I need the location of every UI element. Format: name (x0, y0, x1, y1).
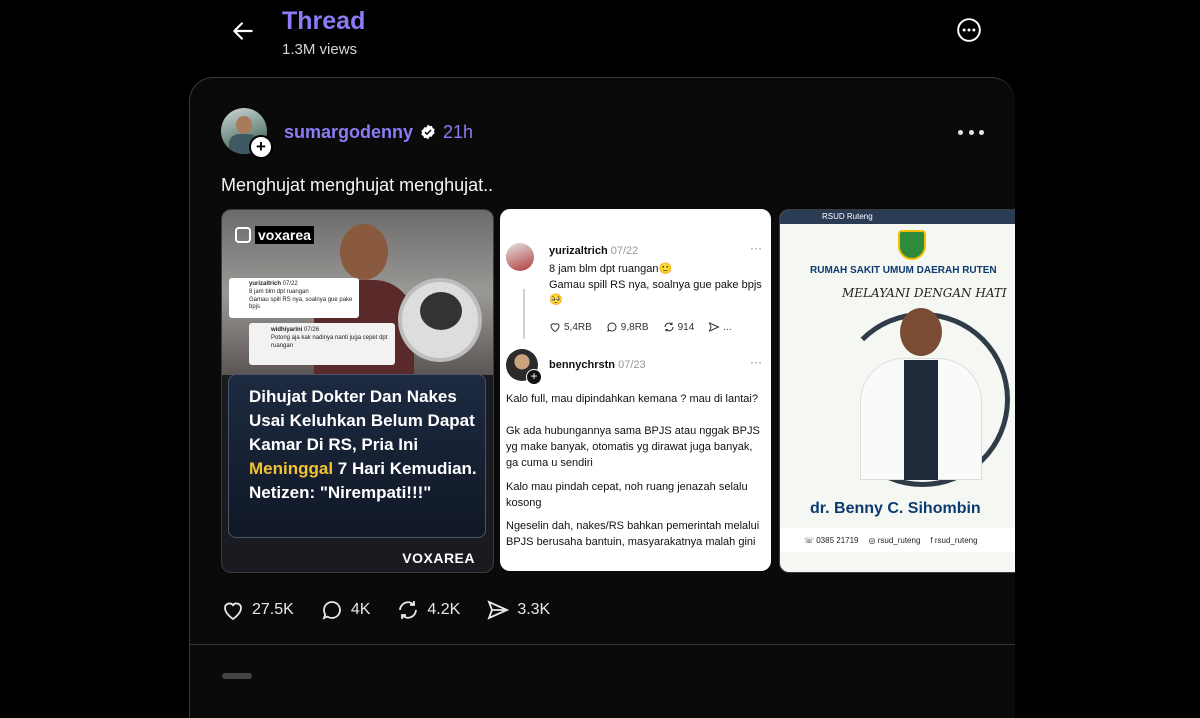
instagram-icon (235, 227, 251, 243)
doctor-name: dr. Benny C. Sihombin (810, 500, 981, 517)
repost-icon (399, 601, 418, 619)
repost-stat: 914 (663, 321, 694, 333)
follow-plus-icon: + (526, 369, 542, 385)
hospital-motto: MELAYANI DENGAN HATI (842, 286, 1007, 300)
doctor-shirt (904, 360, 938, 480)
page-title: Thread (282, 7, 366, 35)
reply-icon (606, 322, 617, 332)
memorial-portrait (420, 292, 462, 330)
more-options-button[interactable] (955, 16, 983, 44)
brand-watermark: VOXAREA (402, 550, 475, 566)
comment-screenshot-1: yurizaltrich 07/22 8 jam blm dpt ruangan… (229, 278, 359, 318)
hospital-name: RUMAH SAKIT UMUM DAERAH RUTEN (810, 265, 997, 276)
dot-icon (968, 129, 974, 135)
more-circle-icon (957, 18, 981, 42)
reply-paragraph-1: Kalo full, mau dipindahkan kemana ? mau … (506, 393, 758, 405)
share-button[interactable]: 3.3K (486, 598, 550, 622)
post-text: Menghujat menghujat menghujat.. (221, 175, 494, 195)
reply-button[interactable]: 4K (320, 598, 371, 622)
post-more-button[interactable] (958, 123, 984, 141)
facebook-contact: f rsud_ruteng (930, 535, 978, 545)
hospital-top-strip: RSUD Ruteng (780, 210, 1015, 224)
reply-stat: 9,8RB (606, 321, 649, 333)
doctor-head (900, 308, 942, 356)
repost-button[interactable]: 4.2K (396, 598, 460, 622)
like-stat: 5,4RB (549, 321, 592, 333)
dot-icon (979, 129, 984, 135)
media-image-3[interactable]: RSUD Ruteng RUMAH SAKIT UMUM DAERAH RUTE… (779, 209, 1015, 573)
repost-count: 4.2K (427, 601, 461, 618)
dot-icon (958, 129, 963, 135)
post-username[interactable]: sumargodenny (284, 122, 413, 143)
media-image-1[interactable]: voxarea yurizaltrich 07/22 8 jam blm dpt… (221, 209, 494, 573)
memorial-photo (398, 278, 482, 362)
repost-icon (664, 322, 674, 332)
post-card: + sumargodenny 21h Menghujat menghujat m… (189, 77, 1015, 718)
hospital-seal (898, 230, 926, 260)
more-icon: ··· (750, 355, 762, 369)
person-head (340, 224, 388, 280)
phone-contact: ☏ 0385 21719 (804, 535, 859, 545)
reply-paragraph-3: Kalo mau pindah cepat, noh ruang jenazah… (506, 481, 748, 509)
comment-screenshot-2: widhiyarini 07/26 Potong aja kak nadinya… (249, 323, 395, 365)
headline-text: Dihujat Dokter Dan Nakes Usai Keluhkan B… (249, 387, 477, 502)
reply-icon (322, 601, 341, 620)
reply-paragraph-4: Ngeselin dah, nakes/RS bahkan pemerintah… (506, 520, 760, 548)
comment-user-2: bennychrstn 07/23 (549, 359, 646, 371)
heart-icon (224, 602, 242, 621)
view-count: 1.3M views (282, 41, 358, 58)
send-icon (487, 600, 510, 620)
thread-connector (523, 289, 525, 339)
heart-icon (550, 323, 560, 333)
media-image-2[interactable]: yurizaltrich 07/22 ··· 8 jam blm dpt rua… (500, 209, 771, 571)
send-icon (708, 322, 721, 332)
divider (190, 644, 1015, 645)
avatar-head (236, 116, 252, 134)
reply-count: 4K (350, 601, 371, 618)
hospital-contacts: ☏ 0385 21719 ◎ rsud_ruteng f rsud_ruteng (780, 528, 1015, 552)
thread-header: Thread 1.3M views (0, 0, 1200, 70)
follow-plus-icon[interactable]: + (249, 135, 273, 159)
next-reply-preview (222, 673, 252, 679)
voxarea-logo: voxarea (235, 226, 314, 244)
like-count: 27.5K (252, 601, 294, 618)
comment-user-1: yurizaltrich 07/22 (549, 245, 639, 257)
comment-line-2: Gamau spill RS nya, soalnya gue pake bpj… (549, 279, 762, 306)
avatar (506, 243, 534, 271)
verified-badge-icon (421, 124, 435, 140)
back-button[interactable] (228, 16, 258, 46)
comment-line-1: 8 jam blm dpt ruangan🙂 (549, 263, 673, 275)
instagram-contact: ◎ rsud_ruteng (868, 535, 921, 545)
post-time: 21h (443, 122, 474, 142)
more-icon: ··· (750, 241, 762, 255)
headline-box: Dihujat Dokter Dan Nakes Usai Keluhkan B… (228, 374, 486, 538)
post-actions: 27.5K 4K 4.2K 3.3K (221, 598, 550, 622)
arrow-left-icon (233, 22, 253, 40)
reply-paragraph-2: Gk ada hubungannya sama BPJS atau nggak … (506, 425, 760, 469)
share-count: 3.3K (517, 601, 551, 618)
comment-stats: 5,4RB 9,8RB 914 ... (549, 321, 732, 333)
like-button[interactable]: 27.5K (221, 598, 294, 622)
share-stat: ... (708, 321, 732, 333)
